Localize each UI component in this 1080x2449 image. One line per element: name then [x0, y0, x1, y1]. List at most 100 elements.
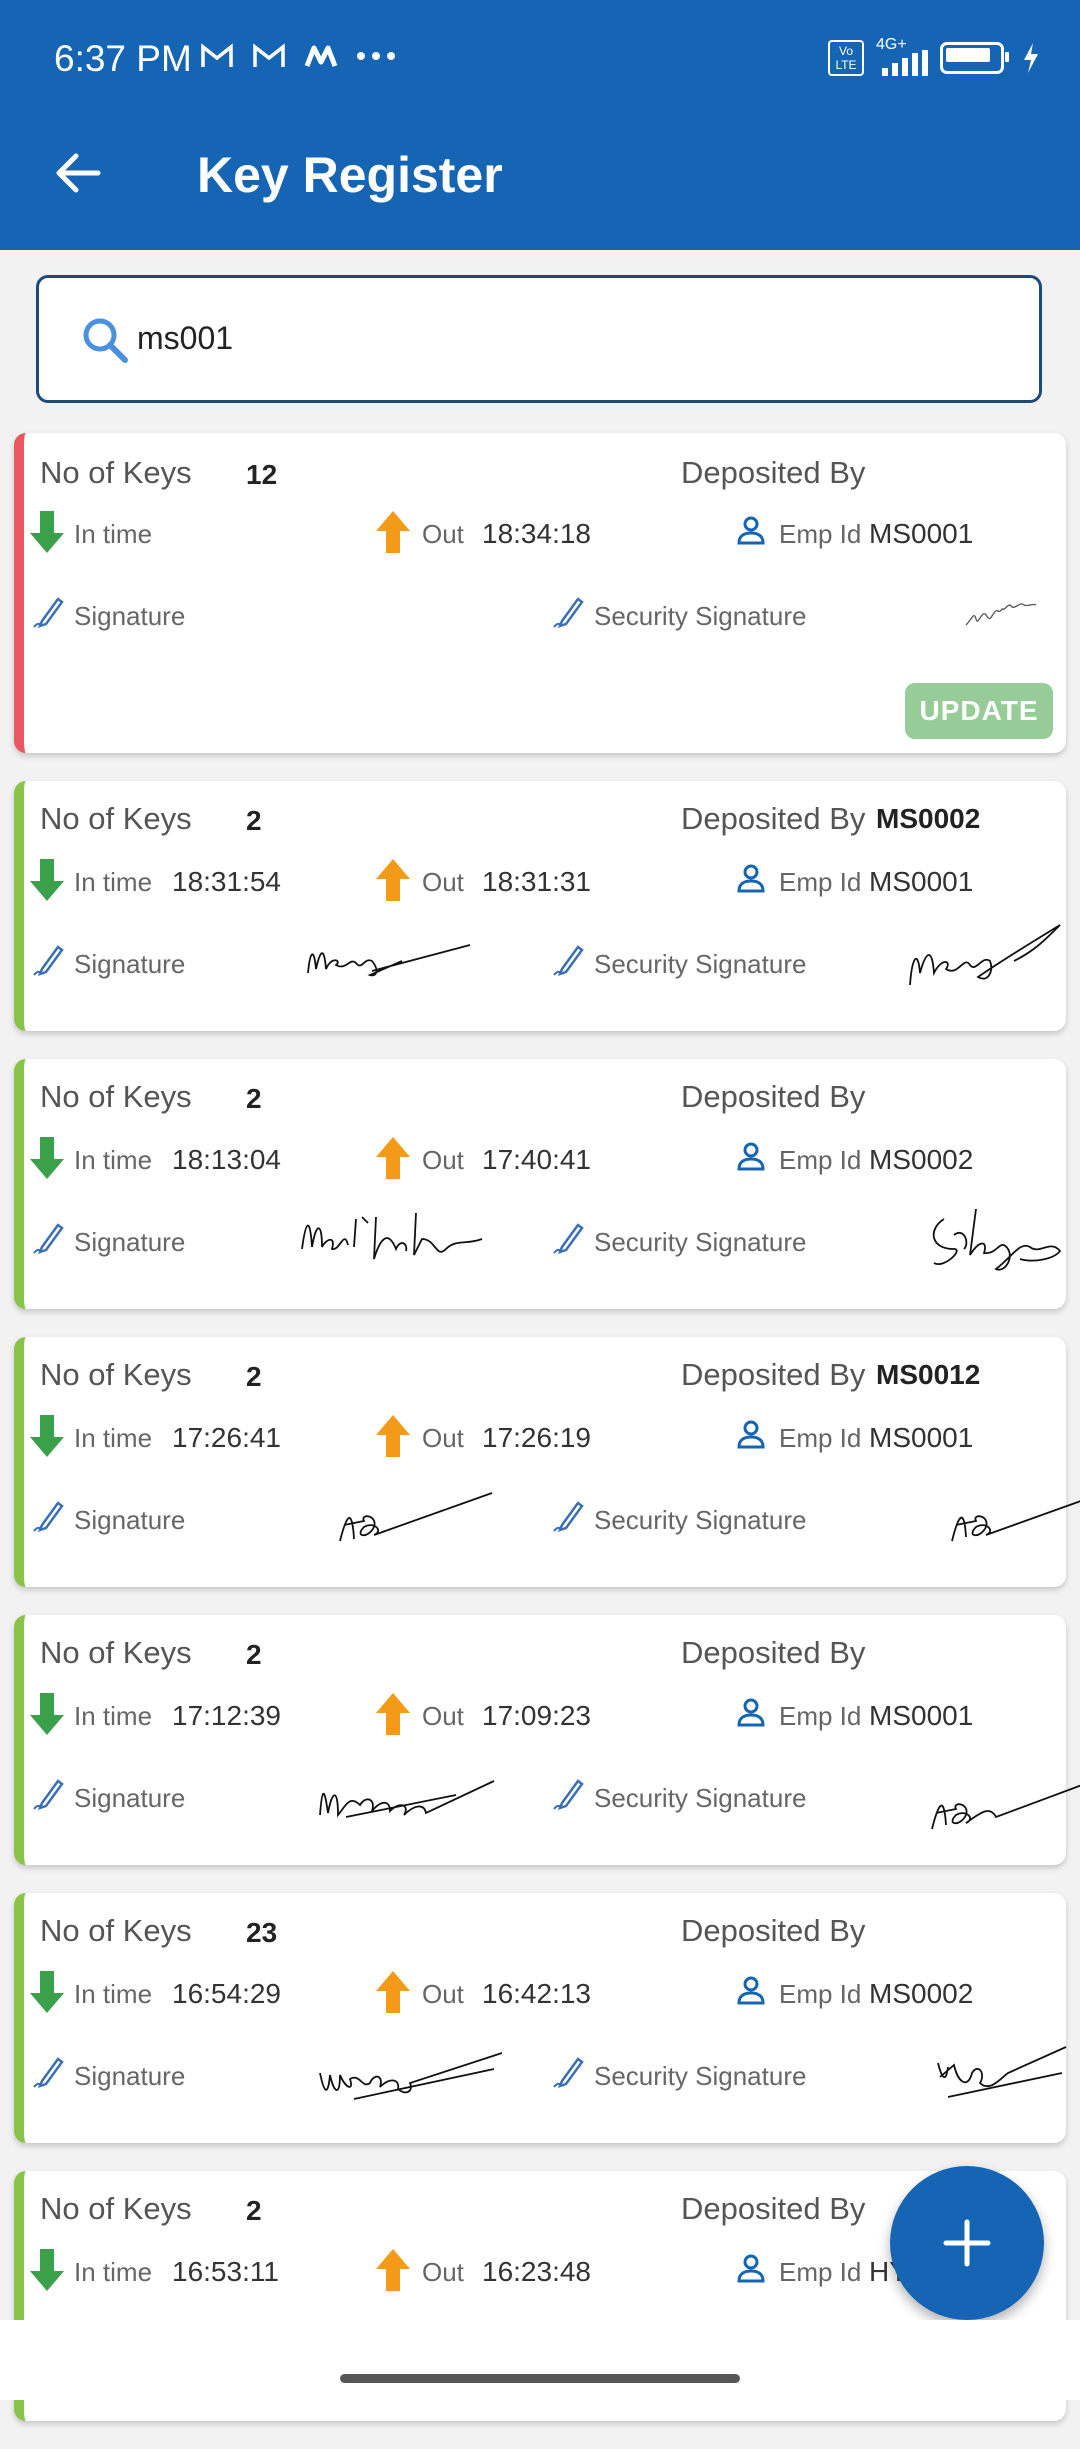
no-of-keys-label: No of Keys — [40, 1357, 192, 1392]
person-icon — [737, 1420, 765, 1449]
emp-id-value: MS0002 — [869, 1978, 974, 2009]
no-of-keys-label: No of Keys — [40, 1635, 192, 1670]
in-time-value: 17:12:39 — [172, 1700, 281, 1731]
record-card[interactable]: No of Keys 12 Deposited By In time Out 1… — [14, 433, 1066, 753]
person-icon — [737, 516, 765, 545]
status-time: 6:37 PM — [54, 38, 192, 79]
out-time-value: 17:26:19 — [482, 1422, 591, 1453]
signature-pen-icon — [553, 1779, 584, 1811]
app-bar: 6:37 PM Vo LTE 4G+ Key Register — [0, 0, 1080, 250]
signature-pen-icon — [553, 1501, 584, 1533]
emp-id-value: MS0001 — [869, 1700, 974, 1731]
signature-pen-icon — [33, 1779, 64, 1811]
add-record-button[interactable] — [890, 2166, 1044, 2320]
out-time-value: 17:09:23 — [482, 1700, 591, 1731]
in-arrow-icon — [30, 1693, 64, 1735]
record-card[interactable]: No of Keys 23 Deposited By In time 16:54… — [14, 1893, 1067, 2143]
out-label: Out — [422, 2257, 464, 2287]
out-arrow-icon — [376, 1693, 410, 1735]
signature-pen-icon — [33, 1501, 64, 1533]
emp-id-label: Emp Id — [779, 1145, 862, 1175]
out-time-value: 18:31:31 — [482, 866, 591, 897]
signature-pen-icon — [33, 597, 64, 629]
no-of-keys-value: 2 — [246, 1361, 262, 1392]
out-label: Out — [422, 1701, 464, 1731]
emp-id-label: Emp Id — [779, 2257, 862, 2287]
out-arrow-icon — [376, 1137, 410, 1179]
emp-id-value: MS0001 — [869, 518, 974, 549]
record-card[interactable]: No of Keys 2 Deposited By MS0002 In time… — [14, 781, 1066, 1031]
gmail-icon — [253, 43, 285, 67]
security-signature-image — [909, 924, 1061, 986]
record-card[interactable]: No of Keys 2 Deposited By In time 17:12:… — [14, 1615, 1080, 1865]
in-time-label: In time — [74, 2257, 153, 2287]
emp-id-value: MS0001 — [869, 1422, 974, 1453]
out-time-value: 17:40:41 — [482, 1144, 591, 1175]
status-right: Vo LTE 4G+ — [828, 36, 1040, 76]
no-of-keys-value: 2 — [246, 1639, 262, 1670]
in-time-label: In time — [74, 867, 153, 897]
security-signature-label: Security Signature — [594, 1505, 807, 1535]
emp-id-label: Emp Id — [779, 1979, 862, 2009]
in-time-value: 18:13:04 — [172, 1144, 281, 1175]
out-label: Out — [422, 1423, 464, 1453]
out-label: Out — [422, 867, 464, 897]
signature-label: Signature — [74, 601, 186, 631]
signature-label: Signature — [74, 1783, 186, 1813]
deposited-by-label: Deposited By — [681, 455, 866, 490]
record-list: No of Keys 12 Deposited By In time Out 1… — [14, 433, 1080, 2449]
back-arrow-icon[interactable] — [52, 148, 102, 198]
record-card[interactable]: No of Keys 2 Deposited By MS0012 In time… — [14, 1337, 1080, 1587]
in-time-value: 16:54:29 — [172, 1978, 281, 2009]
gmail-icon — [201, 43, 233, 67]
out-arrow-icon — [376, 859, 410, 901]
more-notifications-icon — [357, 52, 395, 60]
update-button[interactable]: UPDATE — [905, 683, 1053, 739]
person-icon — [737, 864, 765, 893]
emp-id-value: MS0001 — [869, 866, 974, 897]
in-time-label: In time — [74, 1979, 153, 2009]
signature-pen-icon — [553, 945, 584, 977]
no-of-keys-label: No of Keys — [40, 1079, 192, 1114]
deposited-by-label: Deposited By — [681, 1913, 866, 1948]
signature-image — [301, 1212, 483, 1260]
signature-pen-icon — [553, 2057, 584, 2089]
emp-id-label: Emp Id — [779, 867, 862, 897]
security-signature-label: Security Signature — [594, 601, 807, 631]
out-time-value: 18:34:18 — [482, 518, 591, 549]
security-signature-image — [951, 1500, 1080, 1542]
security-signature-label: Security Signature — [594, 1227, 807, 1257]
security-signature-image — [965, 603, 1037, 626]
out-arrow-icon — [376, 511, 410, 553]
plus-icon — [943, 2219, 991, 2267]
emp-id-label: Emp Id — [779, 1701, 862, 1731]
out-label: Out — [422, 1145, 464, 1175]
no-of-keys-value: 2 — [246, 2195, 262, 2226]
in-time-value: 17:26:41 — [172, 1422, 281, 1453]
no-of-keys-value: 2 — [246, 1083, 262, 1114]
search-input[interactable]: ms001 — [137, 320, 233, 357]
emp-id-label: Emp Id — [779, 519, 862, 549]
in-time-label: In time — [74, 1423, 153, 1453]
charging-icon — [1024, 43, 1038, 73]
no-of-keys-value: 2 — [246, 805, 262, 836]
system-nav-bar — [0, 2320, 1080, 2400]
out-time-value: 16:23:48 — [482, 2256, 591, 2287]
security-signature-image — [932, 1208, 1062, 1271]
search-field[interactable]: ms001 — [36, 275, 1042, 403]
deposited-by-label: Deposited By — [681, 1079, 866, 1114]
security-signature-image — [937, 2046, 1067, 2098]
no-of-keys-value: 23 — [246, 1917, 278, 1948]
record-card[interactable]: No of Keys 2 Deposited By In time 18:13:… — [14, 1059, 1066, 1309]
home-indicator[interactable] — [340, 2374, 740, 2383]
deposited-by-value: MS0012 — [876, 1359, 981, 1390]
signature-label: Signature — [74, 2061, 186, 2091]
in-arrow-icon — [30, 1971, 64, 2013]
security-signature-label: Security Signature — [594, 949, 807, 979]
emp-id-value: MS0002 — [869, 1144, 974, 1175]
person-icon — [737, 1976, 765, 2005]
no-of-keys-label: No of Keys — [40, 2191, 192, 2226]
in-arrow-icon — [30, 859, 64, 901]
signature-image — [319, 2052, 503, 2100]
emp-id-label: Emp Id — [779, 1423, 862, 1453]
